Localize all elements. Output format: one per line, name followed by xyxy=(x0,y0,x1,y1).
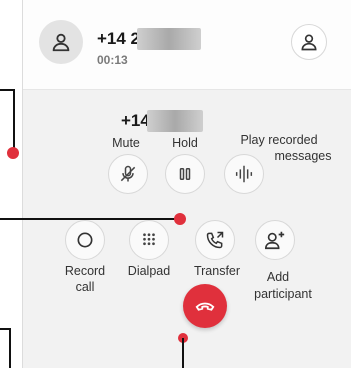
end-call-button[interactable] xyxy=(183,284,227,328)
annotation-dot xyxy=(174,213,186,225)
pause-icon xyxy=(179,168,191,180)
phone-forward-icon xyxy=(206,231,224,249)
annotation-line-bottom-v xyxy=(182,338,184,368)
annotation-line-top-v xyxy=(13,89,15,149)
record-call-label-2: call xyxy=(75,280,95,294)
annotation-line-left-bottom-v xyxy=(9,328,11,368)
call-header: +14 258 00:13 xyxy=(23,0,351,90)
annotation-line-top-h xyxy=(0,89,14,91)
user-icon xyxy=(52,33,70,52)
redaction-bar xyxy=(137,28,201,50)
record-icon xyxy=(77,232,93,248)
transfer-label: Transfer xyxy=(193,264,241,278)
dialpad-icon xyxy=(143,233,155,246)
caller-avatar xyxy=(39,20,83,64)
hold-button[interactable] xyxy=(165,154,205,194)
audio-wave-icon xyxy=(235,165,253,183)
hang-up-icon xyxy=(195,302,215,311)
play-recorded-messages-button[interactable] xyxy=(224,154,264,194)
mute-label: Mute xyxy=(112,136,140,150)
add-user-icon xyxy=(265,231,285,250)
record-call-label-1: Record xyxy=(64,264,106,278)
add-participant-label-1: Add xyxy=(266,270,290,284)
call-panel: +14 258 00:13 +14 258 Mute Hold Play rec… xyxy=(22,0,351,368)
redaction-bar xyxy=(147,110,203,132)
contact-details-button[interactable] xyxy=(291,24,327,60)
transfer-button[interactable] xyxy=(195,220,235,260)
record-call-button[interactable] xyxy=(65,220,105,260)
play-recorded-label-1: Play recorded xyxy=(240,133,318,147)
dialpad-label: Dialpad xyxy=(127,264,171,278)
microphone-off-icon xyxy=(120,165,136,182)
annotation-dot xyxy=(7,147,19,159)
hold-label: Hold xyxy=(172,136,198,150)
call-timer: 00:13 xyxy=(97,53,128,67)
annotation-line-mid-h xyxy=(0,218,176,220)
mute-button[interactable] xyxy=(108,154,148,194)
add-participant-label-2: participant xyxy=(254,287,312,301)
dialpad-button[interactable] xyxy=(129,220,169,260)
add-participant-button[interactable] xyxy=(255,220,295,260)
play-recorded-label-2: messages xyxy=(274,149,332,163)
user-icon xyxy=(301,34,317,51)
